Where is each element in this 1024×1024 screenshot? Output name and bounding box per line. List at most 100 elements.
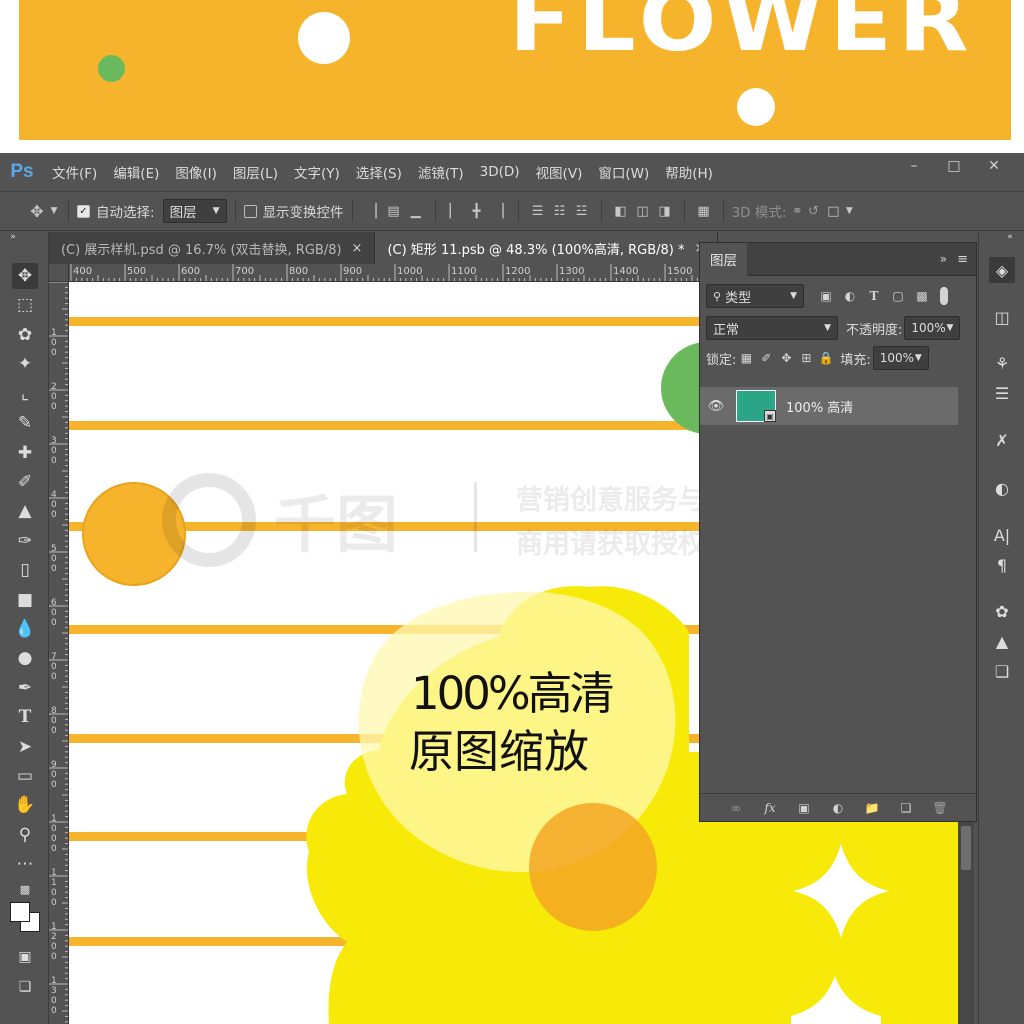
blend-mode-dropdown[interactable]: 正常 ▼ [706, 316, 838, 340]
distribute-hcenter-icon[interactable]: ◫ [632, 200, 654, 222]
align-right-icon[interactable]: ▕ [488, 200, 510, 222]
auto-align-icon[interactable]: ▦ [693, 200, 715, 222]
tab-rectangle-psb[interactable]: (C) 矩形 11.psb @ 48.3% (100%高清, RGB/8) * … [375, 232, 719, 264]
close-icon[interactable]: × [352, 241, 363, 256]
dodge-tool-icon[interactable]: ● [12, 645, 38, 671]
lasso-tool-icon[interactable]: ✿ [12, 322, 38, 348]
swatches-dock-icon[interactable]: ✿ [989, 598, 1015, 624]
layers-panel-tab[interactable]: 图层 [700, 242, 747, 276]
filter-shape-icon[interactable]: ▢ [888, 286, 908, 306]
fill-input[interactable]: 100% ▼ [872, 346, 929, 370]
new-group-icon[interactable]: 📁 [862, 798, 882, 818]
filter-toggle-icon[interactable] [940, 287, 948, 305]
filter-pixel-icon[interactable]: ▣ [816, 286, 836, 306]
type-tool-icon[interactable]: T [12, 704, 38, 730]
history-brush-tool-icon[interactable]: ✑ [12, 528, 38, 554]
blur-tool-icon[interactable]: 💧 [12, 616, 38, 642]
layer-style-icon[interactable]: fx [760, 798, 780, 818]
maximize-button[interactable]: □ [934, 153, 974, 179]
eraser-tool-icon[interactable]: ▯ [12, 557, 38, 583]
paths-dock-icon[interactable]: ⚘ [989, 350, 1015, 376]
auto-select-checkbox[interactable]: ✓ 自动选择: [77, 201, 155, 221]
adjustments-dock-icon[interactable]: ☰ [989, 380, 1015, 406]
lock-position-icon[interactable]: ✥ [776, 348, 796, 368]
lock-transparent-icon[interactable]: ▦ [736, 348, 756, 368]
menu-window[interactable]: 窗口(W) [590, 162, 657, 182]
filter-smart-object-icon[interactable]: ▩ [912, 286, 932, 306]
color-dock-icon[interactable]: ◐ [989, 475, 1015, 501]
canvas-scrollbar[interactable] [958, 822, 974, 1024]
lock-all-icon[interactable]: 🔒 [816, 348, 836, 368]
zoom-tool-icon[interactable]: ⚲ [12, 822, 38, 848]
show-transform-checkbox[interactable]: 显示变换控件 [243, 201, 344, 221]
distribute-vcenter-icon[interactable]: ☷ [549, 200, 571, 222]
gradient-tool-icon[interactable]: ■ [12, 587, 38, 613]
menu-image[interactable]: 图像(I) [167, 162, 225, 182]
tab-mockup-psd[interactable]: (C) 展示样机.psd @ 16.7% (双击替换, RGB/8) × [49, 232, 376, 264]
shape-tool-icon[interactable]: ▭ [12, 763, 38, 789]
lock-pixels-icon[interactable]: ✐ [756, 348, 776, 368]
lock-artboard-icon[interactable]: ⊞ [796, 348, 816, 368]
add-mask-icon[interactable]: ▣ [794, 798, 814, 818]
distribute-left-icon[interactable]: ◧ [610, 200, 632, 222]
link-layers-icon[interactable]: ∞ [726, 798, 746, 818]
paragraph-dock-icon[interactable]: ¶ [989, 552, 1015, 578]
distribute-right-icon[interactable]: ◨ [654, 200, 676, 222]
horizontal-ruler[interactable]: 400 500 600 700 800 900 1000 1100 1200 1… [69, 264, 699, 282]
3d-orbit-icon[interactable]: ⚭ [786, 200, 808, 222]
menu-help[interactable]: 帮助(H) [657, 162, 721, 182]
eyedropper-tool-icon[interactable]: ✎ [12, 410, 38, 436]
channels-dock-icon[interactable]: ◫ [989, 304, 1015, 330]
foreground-color-swatch[interactable] [10, 902, 30, 922]
move-tool-icon[interactable]: ✥ [12, 263, 38, 289]
crop-tool-icon[interactable]: ⌞ [12, 381, 38, 407]
character-dock-icon[interactable]: A| [989, 522, 1015, 548]
tools-dock-icon[interactable]: ✗ [989, 427, 1015, 453]
menu-layer[interactable]: 图层(L) [225, 162, 286, 182]
filter-adjustment-icon[interactable]: ◐ [840, 286, 860, 306]
menu-3d[interactable]: 3D(D) [472, 164, 528, 180]
magic-wand-tool-icon[interactable]: ✦ [12, 351, 38, 377]
menu-filter[interactable]: 滤镜(T) [410, 162, 472, 182]
distribute-bottom-icon[interactable]: ☳ [571, 200, 593, 222]
marquee-tool-icon[interactable]: ⬚ [12, 292, 38, 318]
pen-tool-icon[interactable]: ✒ [12, 675, 38, 701]
default-colors-icon[interactable]: ▩ [12, 876, 38, 902]
scrollbar-thumb[interactable] [961, 826, 971, 870]
minimize-button[interactable]: – [894, 153, 934, 179]
3d-roll-icon[interactable]: ↺ [808, 200, 819, 222]
quick-mask-icon[interactable]: ▣ [12, 944, 38, 970]
move-icon[interactable]: ✥ [26, 200, 48, 222]
vertical-ruler[interactable]: 100 200 300 400 500 600 700 800 900 1000… [49, 282, 69, 1024]
layer-filter-dropdown[interactable]: ⚲ 类型 ▼ [706, 284, 804, 308]
chevron-down-icon[interactable]: ▼ [48, 200, 60, 222]
align-bottom-icon[interactable]: ▁ [405, 200, 427, 222]
filter-type-icon[interactable]: T [864, 286, 884, 306]
menu-select[interactable]: 选择(S) [348, 162, 410, 182]
layer-item[interactable]: 👁 ▣ 100% 高清 [700, 387, 958, 425]
workspace-icon[interactable]: □ [822, 200, 844, 222]
panel-collapse-icon[interactable]: » [940, 252, 947, 266]
new-layer-icon[interactable]: ❏ [896, 798, 916, 818]
screen-mode-icon[interactable]: ❏ [12, 974, 38, 1000]
hand-tool-icon[interactable]: ✋ [12, 792, 38, 818]
path-selection-tool-icon[interactable]: ➤ [12, 734, 38, 760]
visibility-eye-icon[interactable]: 👁 [700, 399, 732, 414]
menu-view[interactable]: 视图(V) [528, 162, 591, 182]
menu-file[interactable]: 文件(F) [44, 162, 105, 182]
libraries-dock-icon[interactable]: ❏ [989, 658, 1015, 684]
auto-select-dropdown[interactable]: 图层 ▼ [162, 199, 227, 223]
brush-tool-icon[interactable]: ✐ [12, 469, 38, 495]
align-left-icon[interactable]: ▏ [444, 200, 466, 222]
shapes-dock-icon[interactable]: ▲ [989, 628, 1015, 654]
layers-dock-icon[interactable]: ◈ [989, 257, 1015, 283]
align-hcenter-icon[interactable]: ╋ [466, 200, 488, 222]
healing-brush-tool-icon[interactable]: ✚ [12, 440, 38, 466]
menu-edit[interactable]: 编辑(E) [105, 162, 167, 182]
delete-layer-icon[interactable]: 🗑 [930, 798, 950, 818]
panel-menu-icon[interactable]: ≡ [957, 252, 968, 267]
distribute-top-icon[interactable]: ☰ [527, 200, 549, 222]
collapse-icon[interactable]: » [6, 230, 20, 244]
close-button[interactable]: ✕ [974, 153, 1014, 179]
clone-stamp-tool-icon[interactable]: ▲ [12, 498, 38, 524]
